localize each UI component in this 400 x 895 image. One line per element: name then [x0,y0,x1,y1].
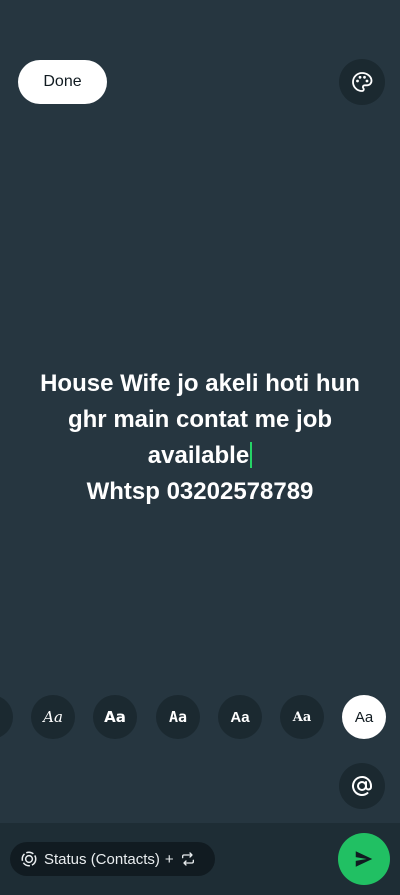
status-text-line: ghr main contat me job [67,406,333,433]
font-option-bold[interactable]: Aa [218,695,262,739]
text-cursor [250,442,253,468]
font-picker: Aa Aa Aa Aa Aa Aa [0,695,400,739]
repeat-icon [180,851,196,867]
send-button[interactable] [338,833,390,885]
status-text-editor: Done House Wife jo akeli hoti hun ghr ma… [0,0,400,895]
audience-label: Status (Contacts) [44,850,160,868]
status-text-line: Whtsp 03202578789 [86,478,314,505]
plus-sign: + [164,850,174,868]
palette-icon [352,72,373,92]
font-option-italic-serif[interactable]: Aa [31,695,75,739]
bottom-bar: Status (Contacts) + [0,823,400,895]
status-audience-button[interactable]: Status (Contacts) + [10,842,215,876]
done-button[interactable]: Done [18,60,107,104]
font-option-serif[interactable]: Aa [280,695,324,739]
status-ring-icon [21,851,37,867]
font-option-partial[interactable] [0,695,13,739]
status-text-input[interactable]: House Wife jo akeli hoti hun ghr main co… [20,366,380,510]
font-option-selected[interactable]: Aa [342,695,386,739]
font-option-sans-bold[interactable]: Aa [93,695,137,739]
font-option-mono[interactable]: Aa [156,695,200,739]
send-icon [355,851,373,867]
color-palette-button[interactable] [339,59,385,105]
mention-button[interactable] [339,763,385,809]
at-sign-icon [352,775,372,796]
status-text-line: available [20,438,380,474]
status-text-line-content: available [147,442,250,469]
status-text-line: House Wife jo akeli hoti hun [40,370,360,397]
